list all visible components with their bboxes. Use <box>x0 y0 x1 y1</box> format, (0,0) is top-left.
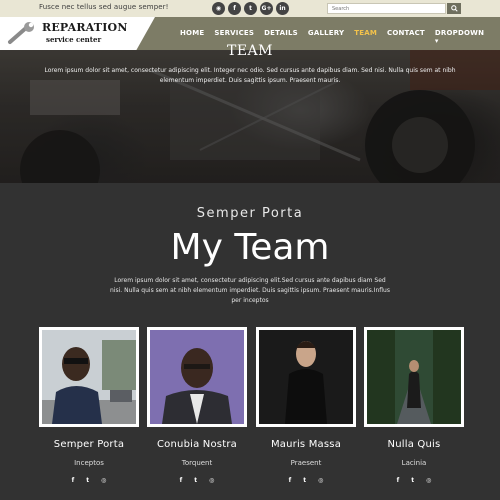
facebook-icon[interactable]: f <box>397 477 400 484</box>
search-button[interactable] <box>447 3 461 14</box>
team-member-card: Conubia Nostra Torquent f t ◎ <box>147 327 247 484</box>
member-portrait-image <box>367 330 461 424</box>
member-portrait-image <box>150 330 244 424</box>
member-role: Praesent <box>290 459 322 467</box>
member-portrait-image <box>259 330 353 424</box>
hero-text: Lorem ipsum dolor sit amet, consectetur … <box>44 67 456 84</box>
member-portrait-image <box>42 330 136 424</box>
member-role: Inceptos <box>74 459 104 467</box>
member-name: Semper Porta <box>53 439 125 450</box>
hero-title: TEAM <box>226 43 273 59</box>
team-heading: My Team <box>170 227 330 268</box>
search-input[interactable] <box>327 3 446 14</box>
facebook-icon[interactable]: f <box>289 477 292 484</box>
twitter-icon[interactable]: t <box>244 2 257 15</box>
instagram-icon[interactable]: ◎ <box>209 477 214 484</box>
twitter-icon[interactable]: t <box>303 477 306 484</box>
team-member-card: Mauris Massa Praesent f t ◎ <box>256 327 356 484</box>
instagram-icon[interactable]: ◎ <box>101 477 106 484</box>
twitter-icon[interactable]: t <box>194 477 197 484</box>
member-role: Torquent <box>181 459 213 467</box>
member-name: Mauris Massa <box>270 439 342 450</box>
member-photo[interactable] <box>147 327 247 427</box>
twitter-icon[interactable]: t <box>411 477 414 484</box>
linkedin-icon[interactable]: in <box>276 2 289 15</box>
logo-title[interactable]: REPARATION <box>42 21 128 34</box>
facebook-icon[interactable]: f <box>228 2 241 15</box>
team-member-card: Nulla Quis Lacinia f t ◎ <box>364 327 464 484</box>
member-name: Conubia Nostra <box>157 439 237 450</box>
search-icon <box>450 5 458 12</box>
google-plus-icon[interactable]: G+ <box>260 2 273 15</box>
member-social-links: f t ◎ <box>39 477 139 484</box>
member-social-links: f t ◎ <box>147 477 247 484</box>
team-intro: Lorem ipsum dolor sit amet, consectetur … <box>110 277 390 304</box>
member-role: Lacinia <box>401 459 427 467</box>
facebook-icon[interactable]: f <box>180 477 183 484</box>
twitter-icon[interactable]: t <box>86 477 89 484</box>
facebook-icon[interactable]: f <box>72 477 75 484</box>
member-name: Nulla Quis <box>387 439 441 450</box>
team-kicker: Semper Porta <box>196 206 304 221</box>
member-photo[interactable] <box>39 327 139 427</box>
social-links: ◉ f t G+ in <box>212 2 289 15</box>
member-photo[interactable] <box>364 327 464 427</box>
member-photo[interactable] <box>256 327 356 427</box>
member-social-links: f t ◎ <box>256 477 356 484</box>
instagram-icon[interactable]: ◎ <box>426 477 431 484</box>
tagline: Fusce nec tellus sed augue semper! <box>39 3 169 11</box>
instagram-icon[interactable]: ◎ <box>318 477 323 484</box>
team-member-card: Semper Porta Inceptos f t ◎ <box>39 327 139 484</box>
rss-icon[interactable]: ◉ <box>212 2 225 15</box>
member-social-links: f t ◎ <box>364 477 464 484</box>
